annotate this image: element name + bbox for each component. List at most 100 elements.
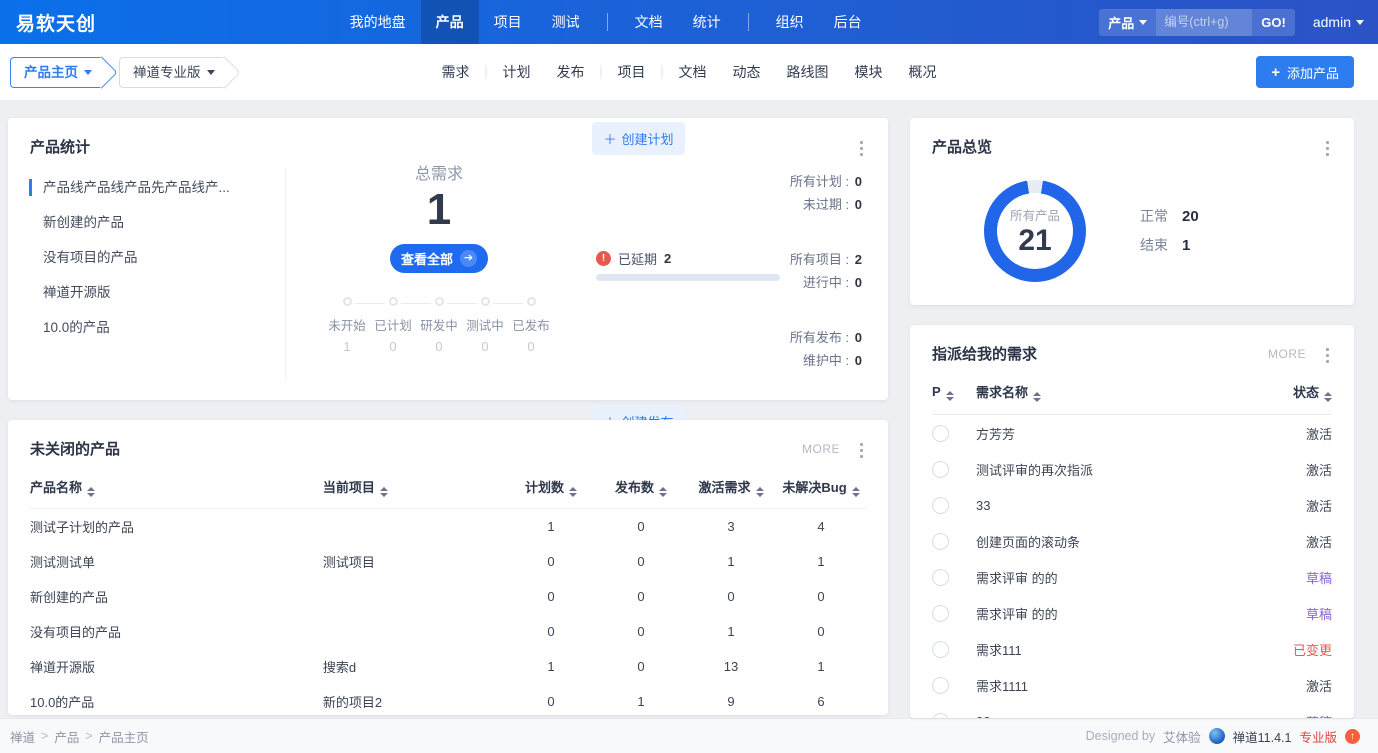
kebab-menu-icon[interactable] <box>1323 345 1332 366</box>
kebab-menu-icon[interactable] <box>857 440 866 461</box>
stat-value: 0 <box>855 330 862 345</box>
project-cell[interactable]: 搜索d <box>323 649 506 684</box>
story-priority-icon[interactable] <box>932 605 949 622</box>
product-list-item[interactable]: 10.0的产品 <box>8 310 285 345</box>
breadcrumb-item[interactable]: 禅道 <box>10 727 35 746</box>
story-priority-icon[interactable] <box>932 425 949 442</box>
add-product-button[interactable]: + 添加产品 <box>1256 56 1354 88</box>
product-list-item[interactable]: 产品线产品线产品先产品线产... <box>8 170 285 205</box>
stage-value: 1 <box>324 339 370 354</box>
stat-label: 所有计划 : <box>790 174 853 189</box>
product-list-item[interactable]: 新创建的产品 <box>8 205 285 240</box>
story-name-link[interactable]: 需求评审 的的 <box>976 568 1306 587</box>
stat-group: 所有项目 : 2进行中 : 0 <box>790 248 862 294</box>
sort-icon[interactable] <box>87 487 95 497</box>
subnav-item-project[interactable]: 项目 <box>605 44 659 100</box>
project-cell[interactable] <box>323 509 506 545</box>
story-name-link[interactable]: 需求1111 <box>976 676 1306 695</box>
story-name-link[interactable]: 创建页面的滚动条 <box>976 532 1306 551</box>
product-list-item[interactable]: 没有项目的产品 <box>8 240 285 275</box>
story-priority-icon[interactable] <box>932 533 949 550</box>
module-switcher[interactable]: 产品主页 <box>10 57 102 88</box>
breadcrumb-separator: > <box>85 729 92 743</box>
navbar-item-dashboard[interactable]: 我的地盘 <box>335 0 421 44</box>
product-list-item[interactable]: 禅道开源版 <box>8 275 285 310</box>
product-name-cell[interactable]: 禅道开源版 <box>30 649 323 684</box>
navbar-item-project[interactable]: 项目 <box>479 0 537 44</box>
navbar-item-admin-panel[interactable]: 后台 <box>819 0 877 44</box>
sort-icon[interactable] <box>756 487 764 497</box>
story-name-link[interactable]: 33 <box>976 498 1306 513</box>
stat-line: 所有计划 : 0 <box>790 170 862 193</box>
divider <box>285 168 286 380</box>
project-cell[interactable] <box>323 579 506 614</box>
sort-icon[interactable] <box>380 487 388 497</box>
product-name-cell[interactable]: 测试子计划的产品 <box>30 509 323 545</box>
story-priority-icon[interactable] <box>932 497 949 514</box>
stat-line: 所有发布 : 0 <box>790 326 862 349</box>
sort-icon[interactable] <box>1324 392 1332 402</box>
sort-icon[interactable] <box>569 487 577 497</box>
sort-icon[interactable] <box>852 487 860 497</box>
table-row: 新创建的产品0000 <box>30 579 866 614</box>
sort-icon[interactable] <box>946 391 954 401</box>
create-plan-button[interactable]: ＋ 创建计划 <box>592 122 685 155</box>
breadcrumb-item[interactable]: 产品主页 <box>99 727 149 746</box>
story-name-link[interactable]: 22 <box>976 714 1306 719</box>
kebab-menu-icon[interactable] <box>857 138 866 159</box>
more-link[interactable]: MORE <box>1268 347 1306 361</box>
project-cell[interactable]: 测试项目 <box>323 544 506 579</box>
story-name-link[interactable]: 需求111 <box>976 640 1293 659</box>
subnav-item-dynamic[interactable]: 动态 <box>720 44 774 100</box>
navbar-item-product[interactable]: 产品 <box>421 0 479 44</box>
subnav-item-roadmap[interactable]: 路线图 <box>774 44 842 100</box>
navbar-item-org[interactable]: 组织 <box>761 0 819 44</box>
product-name-cell[interactable]: 10.0的产品 <box>30 684 323 715</box>
product-switcher[interactable]: 禅道专业版 <box>119 57 225 88</box>
user-menu[interactable]: admin <box>1313 14 1364 30</box>
navbar-item-doc[interactable]: 文档 <box>620 0 678 44</box>
more-link[interactable]: MORE <box>802 442 840 456</box>
story-name-link[interactable]: 测试评审的再次指派 <box>976 460 1306 479</box>
sort-icon[interactable] <box>1033 392 1041 402</box>
view-all-button[interactable]: 查看全部 ➔ <box>390 244 488 273</box>
search-scope-dropdown[interactable]: 产品 <box>1099 9 1156 36</box>
breadcrumb-item[interactable]: 产品 <box>54 727 79 746</box>
edition-link[interactable]: 专业版 <box>1299 727 1337 746</box>
story-row: 22草稿 <box>932 703 1332 718</box>
subnav-item-plan[interactable]: 计划 <box>490 44 544 100</box>
navbar-item-test[interactable]: 测试 <box>537 0 595 44</box>
story-priority-icon[interactable] <box>932 677 949 694</box>
stat-group: 所有计划 : 0未过期 : 0 <box>790 170 862 216</box>
app-logo[interactable]: 易软天创 <box>0 9 112 36</box>
upgrade-icon[interactable]: ↑ <box>1345 729 1360 744</box>
story-priority-icon[interactable] <box>932 569 949 586</box>
footer-right: Designed by 艾体验 禅道11.4.1 专业版 ↑ <box>1086 727 1360 746</box>
subnav-item-doc[interactable]: 文档 <box>666 44 720 100</box>
navbar-menu: 我的地盘产品项目测试文档统计组织后台 <box>335 0 877 44</box>
subnav-item-view[interactable]: 概况 <box>896 44 950 100</box>
navbar-item-report[interactable]: 统计 <box>678 0 736 44</box>
product-name-cell[interactable]: 没有项目的产品 <box>30 614 323 649</box>
subnav-item-module[interactable]: 模块 <box>842 44 896 100</box>
story-name-link[interactable]: 需求评审 的的 <box>976 604 1306 623</box>
story-priority-icon[interactable] <box>932 713 949 719</box>
version-link[interactable]: 禅道11.4.1 <box>1233 727 1292 746</box>
story-priority-icon[interactable] <box>932 641 949 658</box>
designer-link[interactable]: 艾体验 <box>1163 727 1201 746</box>
project-cell[interactable] <box>323 614 506 649</box>
sort-icon[interactable] <box>659 487 667 497</box>
search-go-button[interactable]: GO! <box>1252 9 1295 36</box>
product-name-cell[interactable]: 测试测试单 <box>30 544 323 579</box>
story-name-link[interactable]: 方芳芳 <box>976 424 1306 443</box>
subnav-item-release[interactable]: 发布 <box>544 44 598 100</box>
column-label: 需求名称 <box>976 385 1028 400</box>
search-input[interactable] <box>1156 9 1252 36</box>
subnav-item-story[interactable]: 需求 <box>429 44 483 100</box>
product-name-cell[interactable]: 新创建的产品 <box>30 579 323 614</box>
story-priority-icon[interactable] <box>932 461 949 478</box>
project-cell[interactable]: 新的项目2 <box>323 684 506 715</box>
delayed-value: 2 <box>664 251 671 266</box>
story-row: 测试评审的再次指派激活 <box>932 451 1332 487</box>
kebab-menu-icon[interactable] <box>1323 138 1332 159</box>
